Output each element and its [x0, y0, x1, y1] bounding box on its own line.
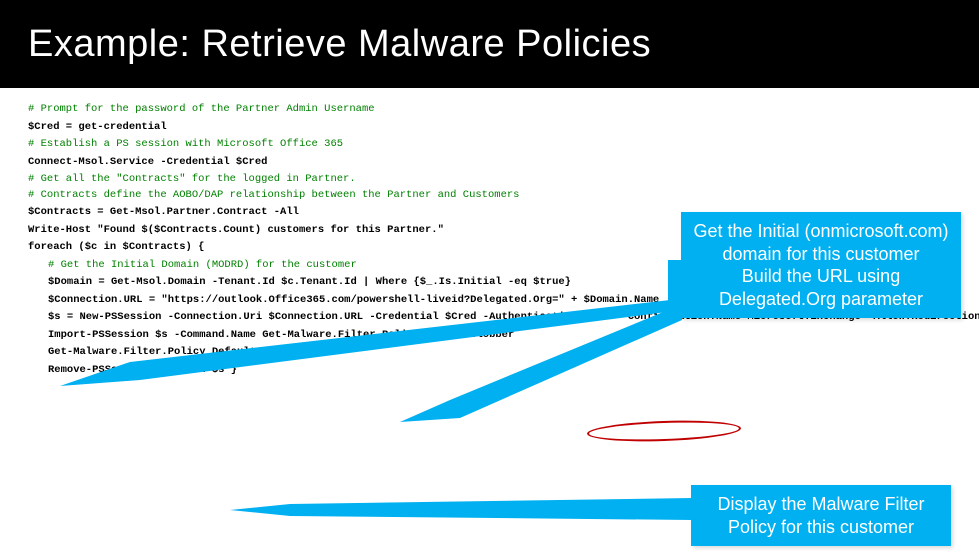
code-comment: # Contracts define the AOBO/DAP relation…	[28, 190, 951, 201]
code-statement: $Cred = get-credential	[28, 122, 951, 133]
callout-text: Display the Malware Filter	[701, 493, 941, 516]
callout-text: Delegated.Org parameter	[691, 288, 951, 311]
code-statement: Connect-Msol.Service -Credential $Cred	[28, 157, 951, 168]
code-comment: # Get all the "Contracts" for the logged…	[28, 174, 951, 185]
callout-text: Get the Initial (onmicrosoft.com)	[691, 220, 951, 243]
callout-arrow	[60, 230, 700, 390]
title-bar: Example: Retrieve Malware Policies	[0, 0, 979, 88]
callout-arrow	[230, 490, 700, 530]
slide-title: Example: Retrieve Malware Policies	[28, 23, 651, 66]
callout-display-policy: Display the Malware Filter Policy for th…	[691, 485, 951, 546]
callout-text: Build the URL using	[691, 265, 951, 288]
code-comment: # Establish a PS session with Microsoft …	[28, 139, 951, 150]
callout-text: Policy for this customer	[701, 516, 941, 539]
callout-text: domain for this customer	[691, 243, 951, 266]
callout-initial-domain: Get the Initial (onmicrosoft.com) domain…	[681, 212, 961, 318]
code-comment: # Prompt for the password of the Partner…	[28, 104, 951, 115]
